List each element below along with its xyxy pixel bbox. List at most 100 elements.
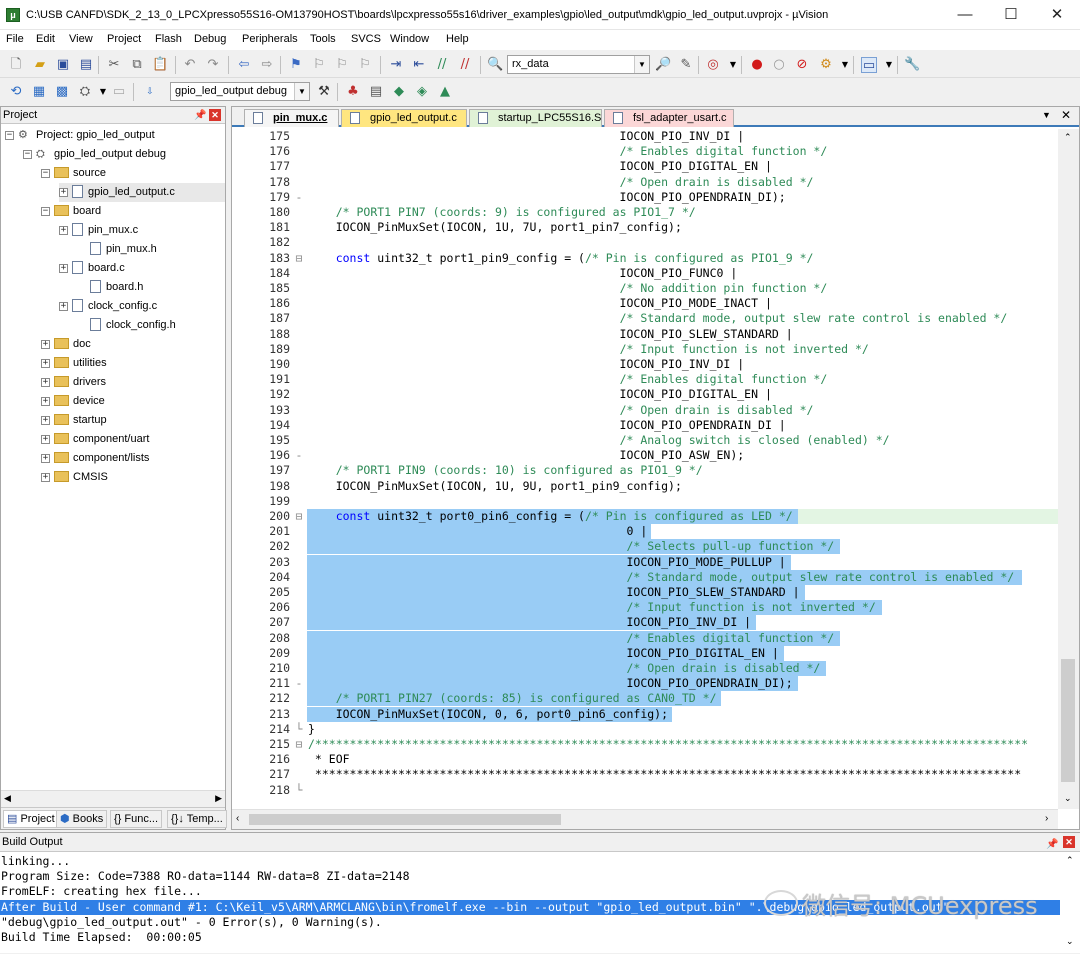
code-line[interactable]: 200 ⊟ const uint32_t port0_pin6_config = …: [232, 509, 1058, 524]
code-line[interactable]: 206 /* Input function is not inverted */: [232, 600, 1058, 616]
new-file-icon[interactable]: 🗋: [8, 57, 24, 73]
code-line[interactable]: 205 IOCON_PIO_SLEW_STANDARD |: [232, 585, 1058, 600]
uncomment-icon[interactable]: //: [457, 57, 473, 73]
nav-back-icon[interactable]: ⇦: [236, 57, 252, 73]
tree-item-file[interactable]: + clock_config.c: [59, 297, 157, 316]
expand-icon[interactable]: +: [59, 263, 68, 273]
tree-item-file[interactable]: + pin_mux.c: [59, 221, 138, 240]
scroll-left-icon[interactable]: ‹: [236, 813, 239, 824]
window-layout-icon[interactable]: ▭: [861, 57, 877, 73]
code-line[interactable]: 218 └: [232, 783, 1058, 798]
expand-icon[interactable]: +: [41, 377, 50, 387]
target-combo[interactable]: gpio_led_output debug ▼: [170, 82, 310, 101]
code-line[interactable]: 177 IOCON_PIO_DIGITAL_EN |: [232, 159, 1058, 174]
code-line[interactable]: 209 IOCON_PIO_DIGITAL_EN |: [232, 645, 1058, 661]
code-line[interactable]: 190 IOCON_PIO_INV_DI |: [232, 357, 1058, 372]
indent-icon[interactable]: ⇥: [388, 57, 404, 73]
menu-project[interactable]: Project: [107, 33, 141, 45]
build-output-line[interactable]: Program Size: Code=7388 RO-data=1144 RW-…: [0, 869, 1060, 884]
code-line[interactable]: 195 /* Analog switch is closed (enabled)…: [232, 433, 1058, 448]
wrench-icon[interactable]: 🔧: [904, 57, 920, 73]
close-icon[interactable]: ✕: [1063, 836, 1075, 848]
incremental-find-icon[interactable]: ✎: [678, 57, 694, 73]
code-line[interactable]: 175 IOCON_PIO_INV_DI |: [232, 129, 1058, 144]
code-line[interactable]: 176 /* Enables digital function */: [232, 144, 1058, 159]
paste-icon[interactable]: 📋: [152, 57, 168, 73]
close-tab-icon[interactable]: ✕: [1061, 108, 1071, 122]
tree-item-folder[interactable]: − board: [41, 202, 101, 221]
scroll-left-icon[interactable]: ◀: [4, 793, 11, 804]
expand-icon[interactable]: +: [41, 472, 50, 482]
chevron-down-icon[interactable]: ▼: [881, 57, 897, 73]
code-line[interactable]: 196- IOCON_PIO_ASW_EN);: [232, 448, 1058, 463]
expand-icon[interactable]: +: [41, 358, 50, 368]
code-line[interactable]: 183 ⊟ const uint32_t port1_pin9_config = …: [232, 251, 1058, 266]
tree-item-folder[interactable]: + startup: [41, 411, 107, 430]
tab-fsl-adapter-usart-c[interactable]: fsl_adapter_usart.c: [604, 109, 734, 127]
find-combo[interactable]: rx_data ▼: [507, 55, 650, 74]
tree-item-file[interactable]: clock_config.h: [77, 316, 176, 335]
bookmark-icon[interactable]: ⚑: [288, 57, 304, 73]
translate-icon[interactable]: ⟲: [8, 84, 24, 100]
code-line[interactable]: 178 /* Open drain is disabled */: [232, 175, 1058, 190]
save-icon[interactable]: ▣: [55, 57, 71, 73]
scroll-up-icon[interactable]: ⌃: [1064, 132, 1072, 143]
expand-icon[interactable]: +: [41, 453, 50, 463]
chevron-down-icon[interactable]: ▼: [837, 57, 853, 73]
code-line[interactable]: 208 /* Enables digital function */: [232, 630, 1058, 646]
code-line[interactable]: 188 IOCON_PIO_SLEW_STANDARD |: [232, 327, 1058, 342]
scroll-right-icon[interactable]: ▶: [215, 793, 222, 804]
file-extensions-icon[interactable]: ▤: [368, 84, 384, 100]
tree-item-folder[interactable]: − source: [41, 164, 106, 183]
build-output-line[interactable]: linking...: [0, 854, 1060, 869]
code-line[interactable]: 184 IOCON_PIO_FUNC0 |: [232, 266, 1058, 281]
download-icon[interactable]: ⇩: [142, 84, 158, 100]
menu-window[interactable]: Window: [390, 33, 429, 45]
code-line[interactable]: 217 ************************************…: [232, 767, 1058, 782]
code-line[interactable]: 198 IOCON_PinMuxSet(IOCON, 1U, 9U, port1…: [232, 479, 1058, 494]
chevron-down-icon[interactable]: ▼: [725, 57, 741, 73]
menu-help[interactable]: Help: [446, 33, 469, 45]
open-folder-icon[interactable]: ▰: [32, 57, 48, 73]
batch-build-icon[interactable]: ⛭: [77, 84, 93, 100]
unindent-icon[interactable]: ⇤: [411, 57, 427, 73]
expand-icon[interactable]: +: [41, 415, 50, 425]
code-line[interactable]: 193 /* Open drain is disabled */: [232, 403, 1058, 418]
close-window-button[interactable]: ✕: [1034, 0, 1080, 30]
expand-icon[interactable]: +: [41, 396, 50, 406]
tree-item-folder[interactable]: + component/uart: [41, 430, 149, 449]
scroll-up-icon[interactable]: ⌃: [1066, 855, 1074, 866]
chevron-down-icon[interactable]: ▼: [634, 56, 649, 73]
tree-item-file[interactable]: pin_mux.h: [77, 240, 157, 259]
manage-components-icon[interactable]: ♣: [345, 84, 361, 100]
menu-tools[interactable]: Tools: [310, 33, 336, 45]
code-line[interactable]: 201 0 |: [232, 524, 1058, 540]
expand-icon[interactable]: +: [41, 339, 50, 349]
find-icon[interactable]: 🔎: [655, 57, 671, 73]
tree-item-project[interactable]: − ⚙ Project: gpio_led_output: [5, 126, 155, 145]
code-line[interactable]: 182: [232, 235, 1058, 250]
collapse-icon[interactable]: −: [23, 149, 32, 159]
code-line[interactable]: 189 /* Input function is not inverted */: [232, 342, 1058, 357]
save-all-icon[interactable]: ▤: [78, 57, 94, 73]
code-line[interactable]: 194 IOCON_PIO_OPENDRAIN_DI |: [232, 418, 1058, 433]
editor-vertical-scrollbar[interactable]: ⌃ ⌄: [1058, 129, 1079, 809]
fold-toggle-icon[interactable]: ⊟: [294, 251, 304, 266]
debug-session-icon[interactable]: ◎: [705, 57, 721, 73]
code-line[interactable]: 179- IOCON_PIO_OPENDRAIN_DI);: [232, 190, 1058, 205]
chevron-down-icon[interactable]: ▼: [95, 84, 111, 100]
find-in-files-icon[interactable]: 🔍: [487, 57, 503, 73]
configure-icon[interactable]: ⚙: [818, 57, 834, 73]
pin-icon[interactable]: 📌: [1046, 835, 1058, 854]
clear-bookmarks-icon[interactable]: ⚐: [357, 57, 373, 73]
fold-toggle-icon[interactable]: ⊟: [294, 737, 304, 752]
collapse-icon[interactable]: −: [41, 206, 50, 216]
menu-flash[interactable]: Flash: [155, 33, 182, 45]
redo-icon[interactable]: ↷: [205, 57, 221, 73]
chevron-down-icon[interactable]: ▼: [294, 83, 309, 100]
kill-breakpoints-icon[interactable]: ⊘: [794, 57, 810, 73]
tree-item-folder[interactable]: + device: [41, 392, 105, 411]
editor-horizontal-scrollbar[interactable]: ‹ ›: [232, 809, 1058, 829]
tree-item-file[interactable]: + board.c: [59, 259, 125, 278]
scroll-down-icon[interactable]: ⌄: [1064, 793, 1072, 804]
